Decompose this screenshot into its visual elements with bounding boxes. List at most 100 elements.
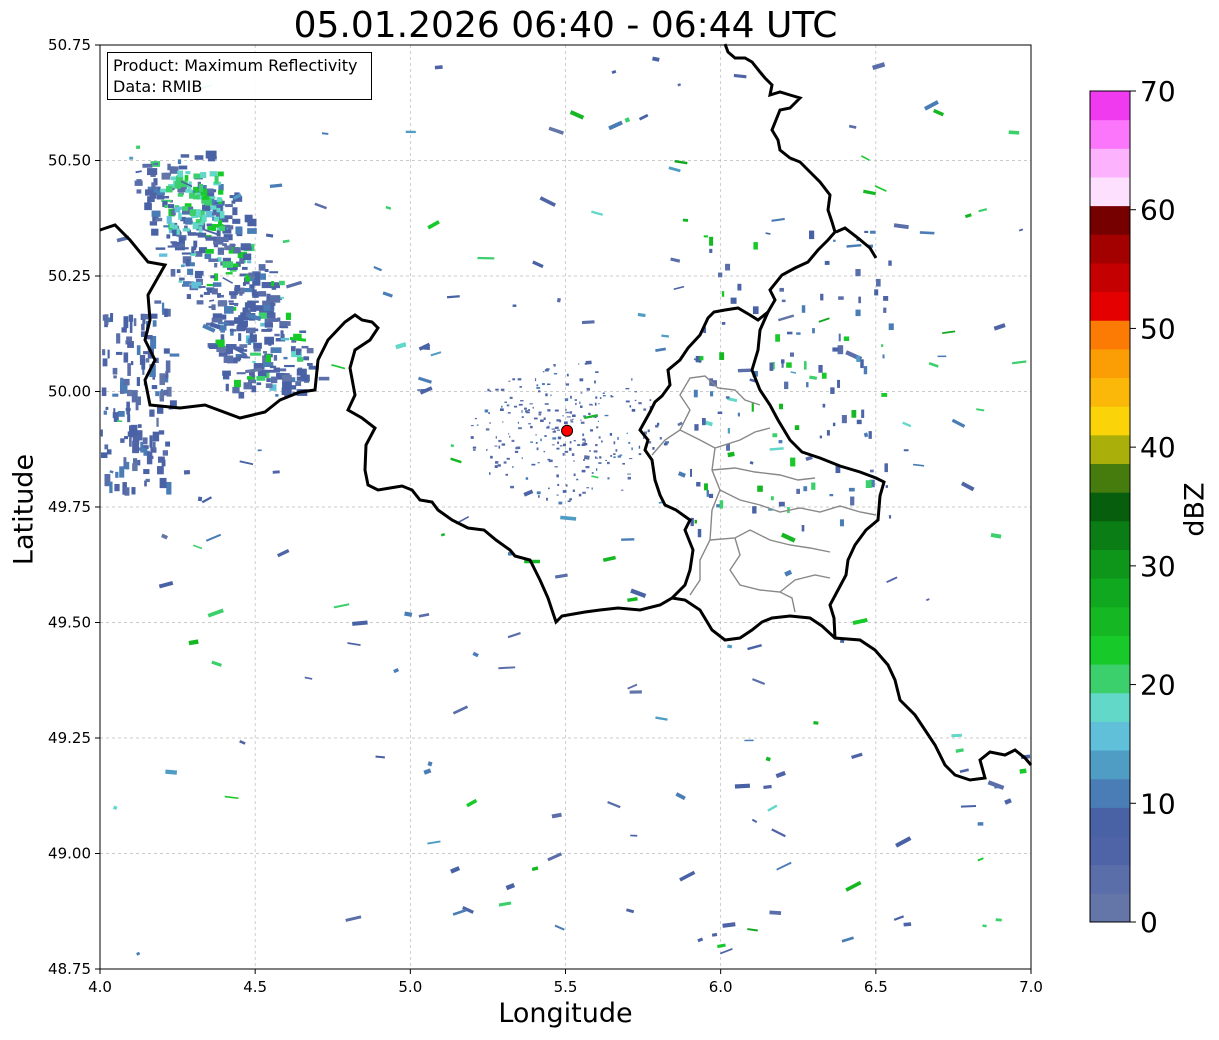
echo-cell — [511, 439, 515, 442]
echo-cell — [220, 330, 225, 333]
echo-cell — [822, 403, 826, 408]
echo-cell — [570, 420, 574, 423]
echo-cell — [307, 362, 313, 366]
echo-cell — [591, 487, 593, 490]
colorbar-segment — [1090, 520, 1130, 550]
echo-cell — [427, 220, 440, 230]
echo-cell — [573, 460, 575, 462]
echo-cell — [540, 420, 544, 422]
echo-cell — [155, 247, 166, 250]
belgium-luxembourg-germany-border — [750, 311, 886, 639]
echo-cell — [224, 795, 239, 800]
echo-cell — [610, 395, 613, 398]
echo-cell — [523, 489, 534, 497]
echo-cell — [583, 413, 598, 420]
echo-cell — [709, 248, 713, 253]
echo-cell — [529, 403, 533, 405]
echo-cell — [275, 394, 279, 397]
echo-cell — [270, 376, 278, 384]
echo-cell — [860, 359, 864, 369]
echo-cell — [549, 421, 551, 425]
echo-cell — [848, 124, 857, 129]
echo-cell — [166, 216, 172, 224]
echo-cell — [512, 466, 514, 468]
echo-cell — [675, 792, 686, 801]
echo-cell — [560, 515, 577, 521]
echo-cell — [557, 436, 562, 440]
echo-cell — [222, 372, 230, 380]
echo-cell — [498, 445, 501, 449]
echo-cell — [572, 414, 576, 417]
echo-cell — [512, 304, 517, 307]
echo-cell — [570, 395, 572, 399]
echo-cell — [210, 205, 217, 210]
echo-cell — [649, 399, 652, 401]
echo-cell — [706, 490, 709, 497]
echo-cell — [579, 401, 581, 405]
echo-cell — [719, 352, 725, 360]
echo-cell — [318, 376, 330, 381]
echo-cell — [932, 108, 945, 117]
echo-cell — [809, 375, 818, 380]
echo-cell — [777, 314, 795, 322]
colorbar-segment — [1090, 893, 1130, 923]
echo-cell — [153, 162, 159, 166]
echo-cell — [769, 910, 782, 916]
echo-cell — [588, 412, 591, 415]
echo-cell — [159, 373, 165, 386]
echo-cell — [559, 445, 563, 447]
echo-cell — [546, 383, 551, 386]
echo-cell — [238, 315, 242, 319]
x-axis-label: Longitude — [498, 998, 633, 1029]
y-tick-label: 50.75 — [48, 36, 91, 54]
echo-cell — [569, 411, 572, 414]
echo-cell — [505, 882, 516, 891]
echo-cell — [556, 474, 559, 478]
echo-cell — [771, 217, 785, 222]
echo-cell — [280, 337, 290, 341]
echo-cell — [151, 210, 161, 217]
echo-cell — [565, 383, 570, 386]
echo-cell — [613, 453, 616, 456]
echo-cell — [282, 239, 290, 244]
echo-cell — [167, 163, 171, 171]
echo-cell — [182, 281, 190, 287]
echo-cell — [186, 294, 192, 300]
echo-cell — [655, 347, 667, 353]
echo-cell — [252, 291, 259, 298]
echo-cell — [598, 403, 600, 405]
echo-cell — [727, 427, 730, 434]
echo-cell — [978, 208, 988, 213]
echo-cell — [452, 908, 467, 916]
echo-cell — [620, 489, 624, 491]
colorbar-segment — [1090, 234, 1130, 264]
echo-cell — [163, 225, 169, 228]
echo-cell — [149, 195, 155, 203]
echo-cell — [630, 588, 647, 599]
echo-cell — [125, 407, 131, 411]
echo-cell — [690, 468, 693, 477]
echo-cell — [567, 500, 571, 503]
echo-cell — [554, 466, 558, 468]
echo-cell — [205, 533, 222, 542]
echo-cell — [270, 347, 282, 354]
echo-cell — [474, 417, 477, 420]
echo-cell — [141, 359, 146, 370]
colorbar-segment — [1090, 836, 1130, 866]
echo-cell — [285, 312, 292, 320]
echo-cell — [152, 441, 156, 450]
echo-cell — [790, 457, 796, 467]
echo-cell — [216, 207, 221, 213]
echo-cell — [837, 345, 844, 355]
echo-cell — [580, 419, 582, 421]
echo-cell — [772, 433, 778, 438]
echo-cell — [159, 253, 168, 257]
echo-cell — [629, 458, 633, 460]
echo-cell — [239, 460, 254, 466]
echo-cell — [553, 430, 556, 432]
echo-cell — [208, 258, 219, 262]
echo-cell — [208, 344, 218, 349]
echo-cell — [200, 172, 207, 178]
echo-cell — [536, 491, 541, 495]
echo-cell — [204, 253, 212, 260]
